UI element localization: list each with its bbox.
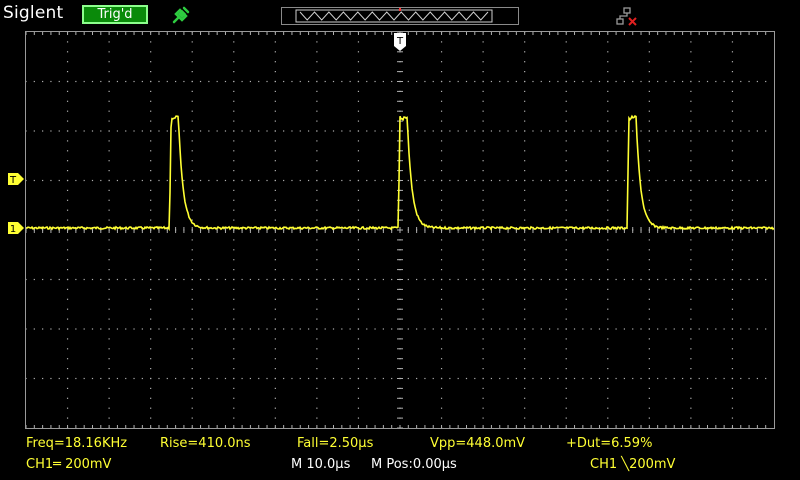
channel1-ground-label: 1 bbox=[10, 224, 16, 234]
brand-label: Siglent bbox=[3, 3, 64, 23]
usb-plug-icon bbox=[172, 6, 190, 24]
measurement-fall: Fall=2.50µs bbox=[297, 436, 374, 451]
memory-waveform-icon bbox=[295, 8, 493, 23]
memory-position-bar[interactable] bbox=[281, 7, 519, 25]
network-disconnected-icon bbox=[616, 7, 637, 26]
measurement-vpp: Vpp=448.0mV bbox=[430, 436, 526, 451]
trigger-level-label: T bbox=[9, 175, 17, 185]
waveform-display[interactable] bbox=[25, 31, 775, 429]
timebase: M 10.0µs bbox=[291, 457, 351, 472]
measurement-duty: +Dut=6.59% bbox=[566, 436, 653, 451]
trigger-level-marker[interactable]: T bbox=[8, 173, 24, 185]
trigger-position-marker[interactable]: T bbox=[393, 32, 407, 52]
trigger-setting: CH1 ╲200mV bbox=[590, 457, 676, 472]
channel1-scale: CH1═ 200mV bbox=[26, 457, 112, 472]
trigger-position-label: T bbox=[396, 36, 404, 47]
trigger-status-badge: Trig'd bbox=[82, 5, 148, 24]
measurement-frequency: Freq=18.16KHz bbox=[26, 436, 128, 451]
memory-position: M Pos:0.00µs bbox=[371, 457, 457, 472]
channel1-waveform bbox=[26, 114, 774, 232]
channel1-ground-marker[interactable]: 1 bbox=[8, 222, 24, 234]
measurement-rise: Rise=410.0ns bbox=[160, 436, 251, 451]
